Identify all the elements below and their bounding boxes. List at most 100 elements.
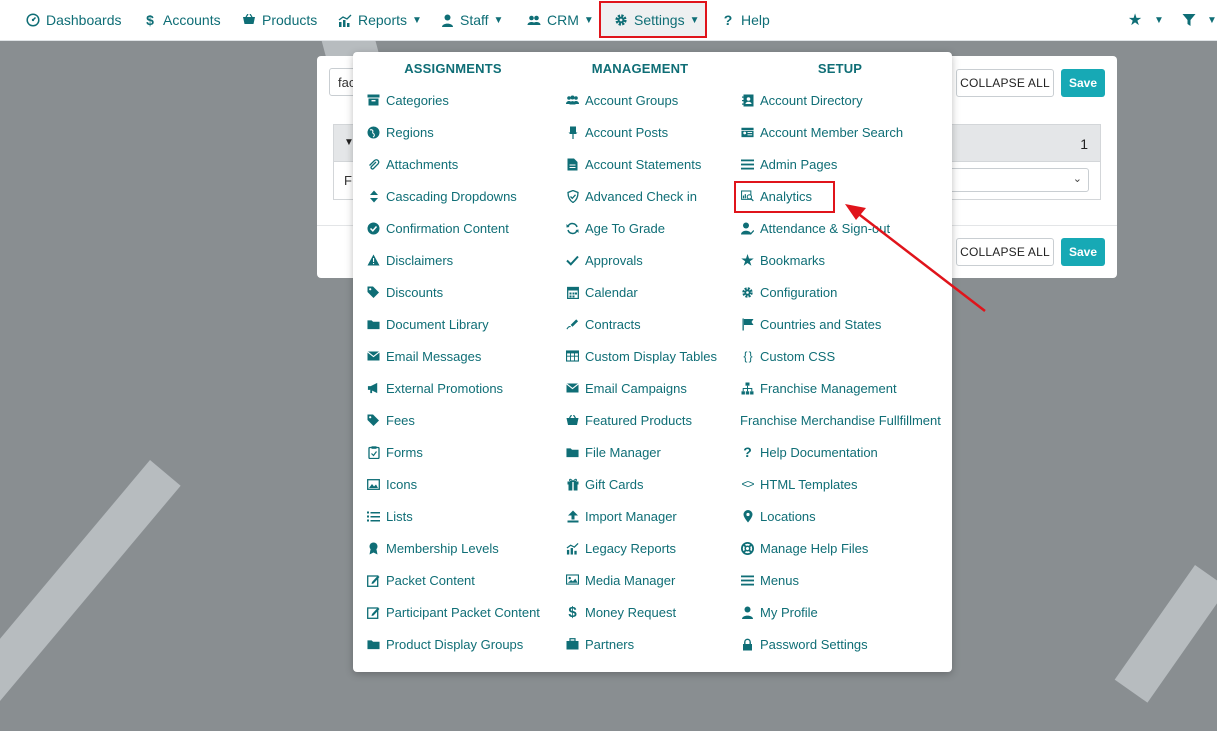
menu-item-manage-help-files[interactable]: Manage Help Files: [741, 537, 868, 559]
nav-accounts[interactable]: $ Accounts: [143, 0, 221, 40]
menu-item-label: Bookmarks: [760, 252, 826, 268]
nav-staff-label: Staff: [460, 12, 489, 28]
setup-heading: SETUP: [817, 61, 863, 76]
menu-item-account-statements[interactable]: Account Statements: [566, 153, 701, 175]
menu-item-confirmation-content[interactable]: Confirmation Content: [367, 217, 509, 239]
menu-item-forms[interactable]: Forms: [367, 441, 423, 463]
menu-item-label: Media Manager: [585, 572, 676, 588]
menu-item-account-directory[interactable]: Account Directory: [741, 89, 863, 111]
panel-select[interactable]: ⌄: [934, 168, 1089, 192]
menu-item-label: Email Campaigns: [585, 380, 687, 396]
nav-accounts-label: Accounts: [163, 12, 221, 28]
dashboard-gauge-icon: [26, 13, 40, 27]
menu-item-html-templates[interactable]: <> HTML Templates: [741, 473, 857, 495]
menu-item-contracts[interactable]: Contracts: [566, 313, 641, 335]
menu-item-label: Regions: [386, 124, 434, 140]
background-stripe: [1114, 565, 1217, 703]
menu-item-advanced-check-in[interactable]: Advanced Check in: [566, 185, 697, 207]
menu-item-admin-pages[interactable]: Admin Pages: [741, 153, 837, 175]
menu-item-email-campaigns[interactable]: Email Campaigns: [566, 377, 687, 399]
menu-item-configuration[interactable]: Configuration: [741, 281, 837, 303]
edit-icon: [367, 574, 380, 587]
menu-item-calendar[interactable]: Calendar: [566, 281, 638, 303]
menu-item-my-profile[interactable]: My Profile: [741, 601, 818, 623]
menu-item-participant-packet-content[interactable]: Participant Packet Content: [367, 601, 540, 623]
menu-item-label: Email Messages: [386, 348, 482, 364]
nav-settings[interactable]: Settings ▼: [614, 0, 700, 40]
question-icon: ?: [743, 444, 752, 460]
menu-item-membership-levels[interactable]: Membership Levels: [367, 537, 499, 559]
filter-menu[interactable]: ▼: [1182, 0, 1217, 40]
menu-item-discounts[interactable]: Discounts: [367, 281, 443, 303]
menu-item-label: Partners: [585, 636, 635, 652]
menu-item-label: Account Statements: [585, 156, 702, 172]
menu-item-franchise-merchandise-fullfillment[interactable]: Franchise Merchandise Fullfillment: [740, 409, 941, 431]
menu-item-fees[interactable]: Fees: [367, 409, 415, 431]
award-icon: [367, 542, 380, 555]
menu-item-label: Lists: [386, 508, 413, 524]
menu-item-product-display-groups[interactable]: Product Display Groups: [367, 633, 523, 655]
menu-item-locations[interactable]: Locations: [741, 505, 816, 527]
nav-staff[interactable]: Staff ▼: [440, 0, 503, 40]
menu-item-franchise-management[interactable]: Franchise Management: [741, 377, 897, 399]
menu-item-label: Menus: [760, 572, 800, 588]
menu-item-media-manager[interactable]: Media Manager: [566, 569, 675, 591]
menu-item-packet-content[interactable]: Packet Content: [367, 569, 475, 591]
collapse-all-button[interactable]: COLLAPSE ALL: [956, 69, 1054, 97]
menu-item-money-request[interactable]: $ Money Request: [566, 601, 676, 623]
menu-item-label: Money Request: [585, 604, 677, 620]
envelope-icon: [566, 382, 579, 395]
menu-item-partners[interactable]: Partners: [566, 633, 634, 655]
menu-item-countries-and-states[interactable]: Countries and States: [741, 313, 881, 335]
menu-item-bookmarks[interactable]: ★ Bookmarks: [741, 249, 825, 271]
menu-item-label: External Promotions: [386, 380, 504, 396]
nav-products[interactable]: Products: [242, 0, 317, 40]
menu-item-password-settings[interactable]: Password Settings: [741, 633, 868, 655]
nav-crm[interactable]: CRM ▼: [527, 0, 594, 40]
clipboard-icon: [367, 445, 380, 459]
menu-item-custom-css[interactable]: { } Custom CSS: [741, 345, 835, 367]
menu-item-account-posts[interactable]: Account Posts: [566, 121, 668, 143]
gear-icon: [614, 13, 628, 27]
user-check-icon: [741, 222, 754, 235]
bookmarks-menu[interactable]: ★ ▼: [1127, 0, 1164, 40]
menu-item-featured-products[interactable]: Featured Products: [566, 409, 692, 431]
menu-item-custom-display-tables[interactable]: Custom Display Tables: [566, 345, 717, 367]
menu-item-document-library[interactable]: Document Library: [367, 313, 489, 335]
menu-item-help-documentation[interactable]: ? Help Documentation: [741, 441, 878, 463]
menu-item-approvals[interactable]: Approvals: [566, 249, 643, 271]
menu-item-account-member-search[interactable]: Account Member Search: [741, 121, 903, 143]
menu-item-external-promotions[interactable]: External Promotions: [367, 377, 503, 399]
menu-item-file-manager[interactable]: File Manager: [566, 441, 661, 463]
menu-item-legacy-reports[interactable]: Legacy Reports: [566, 537, 676, 559]
menu-item-disclaimers[interactable]: Disclaimers: [367, 249, 453, 271]
menu-item-regions[interactable]: Regions: [367, 121, 434, 143]
save-button-bottom[interactable]: Save: [1061, 238, 1105, 266]
nav-reports[interactable]: Reports ▼: [338, 0, 422, 40]
menu-item-label: Admin Pages: [760, 156, 838, 172]
folder-icon: [367, 318, 380, 331]
menu-item-age-to-grade[interactable]: Age To Grade: [566, 217, 665, 239]
menu-item-menus[interactable]: Menus: [741, 569, 799, 591]
menu-item-label: Password Settings: [760, 636, 868, 652]
menu-item-label: Categories: [386, 92, 449, 108]
collapse-all-button-bottom[interactable]: COLLAPSE ALL: [956, 238, 1054, 266]
menu-item-account-groups[interactable]: Account Groups: [566, 89, 678, 111]
save-button[interactable]: Save: [1061, 69, 1105, 97]
envelope-icon: [367, 350, 380, 363]
menu-item-label: Account Member Search: [760, 124, 904, 140]
menu-item-attendance-and-sign-out[interactable]: Attendance & Sign-out: [741, 217, 890, 239]
menu-item-icons[interactable]: Icons: [367, 473, 417, 495]
menu-item-email-messages[interactable]: Email Messages: [367, 345, 481, 367]
menu-item-gift-cards[interactable]: Gift Cards: [566, 473, 644, 495]
nav-help[interactable]: ? Help: [721, 0, 770, 40]
menu-item-label: Membership Levels: [386, 540, 499, 556]
menu-item-lists[interactable]: Lists: [367, 505, 413, 527]
menu-item-import-manager[interactable]: Import Manager: [566, 505, 677, 527]
menu-item-cascading-dropdowns[interactable]: Cascading Dropdowns: [367, 185, 517, 207]
basket-icon: [242, 13, 256, 27]
nav-dashboards[interactable]: Dashboards: [26, 0, 122, 40]
menu-item-attachments[interactable]: Attachments: [367, 153, 458, 175]
menu-item-label: Advanced Check in: [585, 188, 698, 204]
menu-item-categories[interactable]: Categories: [367, 89, 449, 111]
